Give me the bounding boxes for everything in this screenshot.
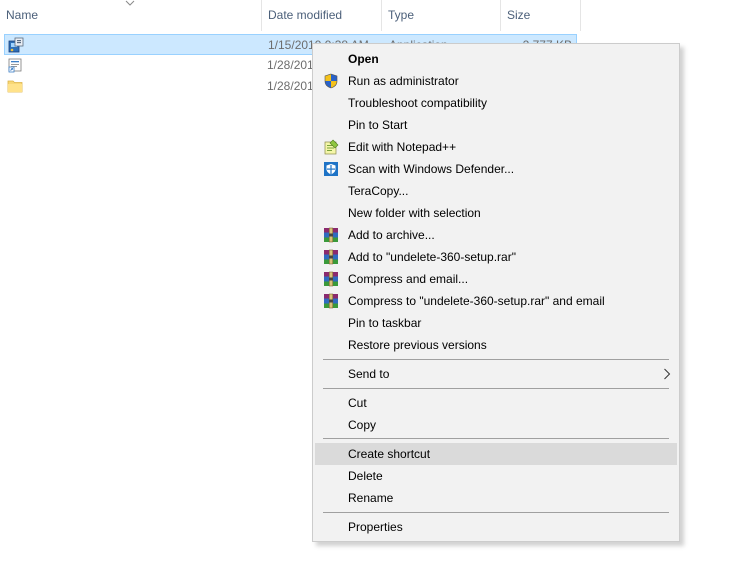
column-header-size-label: Size <box>507 8 531 22</box>
menu-item-label: Add to archive... <box>348 228 435 242</box>
menu-item-teracopy[interactable]: TeraCopy... <box>315 180 677 202</box>
setup-application-icon <box>8 37 24 53</box>
menu-item-label: TeraCopy... <box>348 184 409 198</box>
menu-separator <box>323 438 669 439</box>
uac-shield-icon <box>324 73 338 89</box>
menu-item-pin-to-start[interactable]: Pin to Start <box>315 114 677 136</box>
menu-item-compress-to-rar-and-email[interactable]: Compress to "undelete-360-setup.rar" and… <box>315 290 677 312</box>
column-header-type[interactable]: Type <box>382 0 501 31</box>
menu-item-scan-with-windows-defender[interactable]: Scan with Windows Defender... <box>315 158 677 180</box>
menu-item-label: Add to "undelete-360-setup.rar" <box>348 250 516 264</box>
menu-item-create-shortcut[interactable]: Create shortcut <box>315 443 677 465</box>
menu-item-label: Delete <box>348 469 383 483</box>
menu-item-add-to-rar[interactable]: Add to "undelete-360-setup.rar" <box>315 246 677 268</box>
winrar-icon <box>324 271 338 287</box>
shortcut-file-icon <box>8 58 22 73</box>
column-header-name-label: Name <box>6 8 39 22</box>
menu-item-label: Edit with Notepad++ <box>348 140 457 154</box>
menu-separator <box>323 512 669 513</box>
column-header-date-modified[interactable]: Date modified <box>262 0 382 31</box>
menu-item-restore-previous-versions[interactable]: Restore previous versions <box>315 334 677 356</box>
menu-item-label: Send to <box>348 367 390 381</box>
menu-item-edit-with-notepad-plus-plus[interactable]: Edit with Notepad++ <box>315 136 677 158</box>
menu-item-label: Troubleshoot compatibility <box>348 96 487 110</box>
menu-item-troubleshoot-compatibility[interactable]: Troubleshoot compatibility <box>315 92 677 114</box>
column-header-size[interactable]: Size <box>501 0 581 31</box>
column-header-type-label: Type <box>388 8 415 22</box>
menu-item-new-folder-with-selection[interactable]: New folder with selection <box>315 202 677 224</box>
menu-item-label: Scan with Windows Defender... <box>348 162 515 176</box>
menu-item-label: New folder with selection <box>348 206 481 220</box>
menu-separator <box>323 388 669 389</box>
menu-item-label: Copy <box>348 418 377 432</box>
file-explorer-window: Name Date modified Type Size 1/15/2019 9… <box>0 0 753 573</box>
folder-icon <box>7 80 23 93</box>
menu-item-open[interactable]: Open <box>315 48 677 70</box>
windows-defender-icon <box>324 162 338 176</box>
menu-item-properties[interactable]: Properties <box>315 516 677 538</box>
menu-item-label: Rename <box>348 491 394 505</box>
menu-item-label: Create shortcut <box>348 447 431 461</box>
menu-item-label: Pin to taskbar <box>348 316 422 330</box>
menu-item-compress-and-email[interactable]: Compress and email... <box>315 268 677 290</box>
winrar-icon <box>324 293 338 309</box>
menu-item-label: Open <box>348 52 379 66</box>
column-header-row: Name Date modified Type Size <box>0 0 582 32</box>
menu-item-label: Properties <box>348 520 403 534</box>
menu-item-send-to[interactable]: Send to <box>315 363 677 385</box>
menu-item-label: Run as administrator <box>348 74 459 88</box>
column-header-date-label: Date modified <box>268 8 343 22</box>
menu-item-label: Compress to "undelete-360-setup.rar" and… <box>348 294 605 308</box>
menu-item-add-to-archive[interactable]: Add to archive... <box>315 224 677 246</box>
menu-item-run-as-administrator[interactable]: Run as administrator <box>315 70 677 92</box>
menu-item-cut[interactable]: Cut <box>315 392 677 414</box>
sort-chevron-down-icon <box>125 0 135 6</box>
menu-item-label: Pin to Start <box>348 118 408 132</box>
menu-item-pin-to-taskbar[interactable]: Pin to taskbar <box>315 312 677 334</box>
menu-separator <box>323 359 669 360</box>
winrar-icon <box>324 227 338 243</box>
winrar-icon <box>324 249 338 265</box>
menu-item-rename[interactable]: Rename <box>315 487 677 509</box>
menu-item-label: Cut <box>348 396 367 410</box>
context-menu: Open Run as administrator Troubleshoot c… <box>312 43 680 542</box>
menu-item-copy[interactable]: Copy <box>315 414 677 436</box>
notepad-plus-plus-icon <box>324 139 339 155</box>
menu-item-delete[interactable]: Delete <box>315 465 677 487</box>
menu-item-label: Compress and email... <box>348 272 469 286</box>
menu-item-label: Restore previous versions <box>348 338 487 352</box>
chevron-right-icon <box>664 368 671 380</box>
